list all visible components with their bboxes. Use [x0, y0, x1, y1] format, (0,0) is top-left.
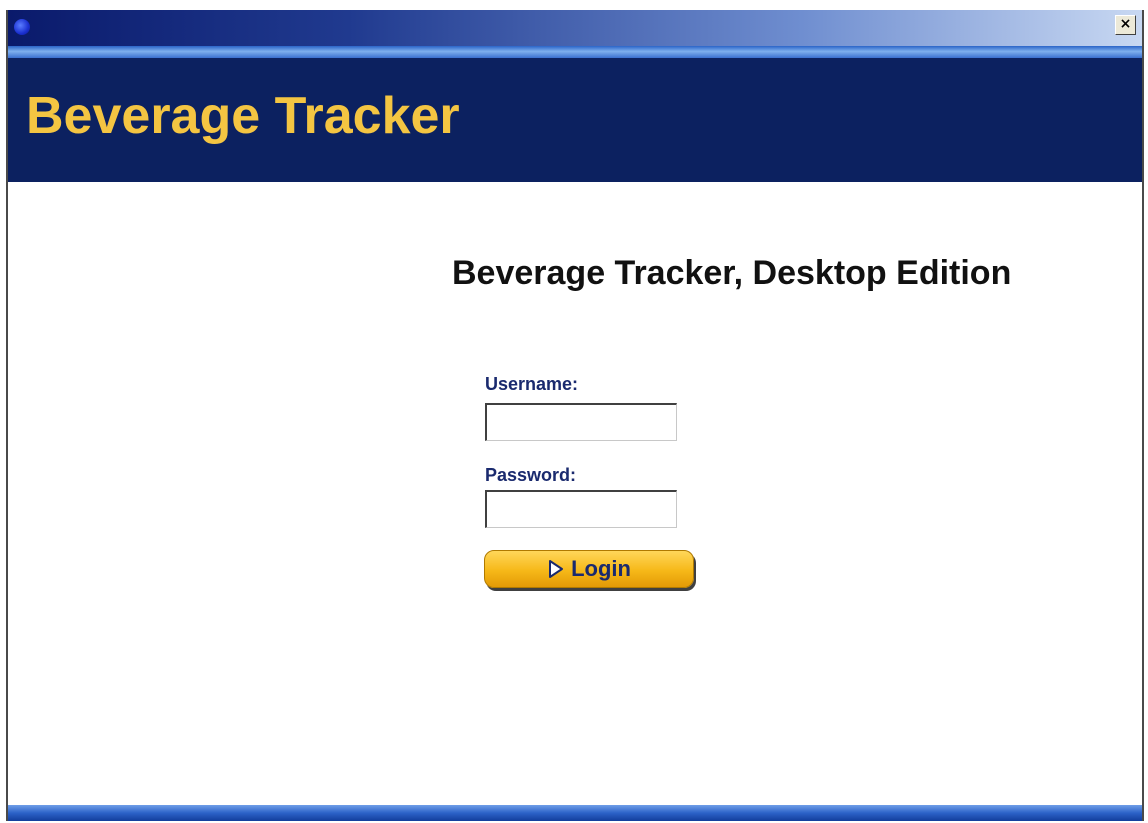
username-input[interactable] [485, 403, 677, 441]
password-input[interactable] [485, 490, 677, 528]
app-globe-icon [14, 19, 30, 35]
brand-title: Beverage Tracker [26, 87, 460, 145]
page-title: Beverage Tracker, Desktop Edition [452, 254, 1012, 292]
bottom-bar [8, 805, 1142, 821]
app-window: × Beverage Tracker Beverage Tracker, Des… [6, 10, 1144, 821]
password-label: Password: [485, 465, 577, 485]
login-label: Login [571, 556, 631, 581]
username-label: Username: [485, 374, 579, 394]
login-button[interactable]: Login [484, 550, 694, 588]
arrow-right-icon [549, 560, 564, 578]
app-header: Beverage Tracker [8, 58, 1142, 182]
close-icon: × [1119, 16, 1132, 32]
title-bar[interactable]: × [8, 10, 1142, 46]
header-stripe [8, 46, 1142, 58]
close-button[interactable]: × [1115, 15, 1136, 35]
